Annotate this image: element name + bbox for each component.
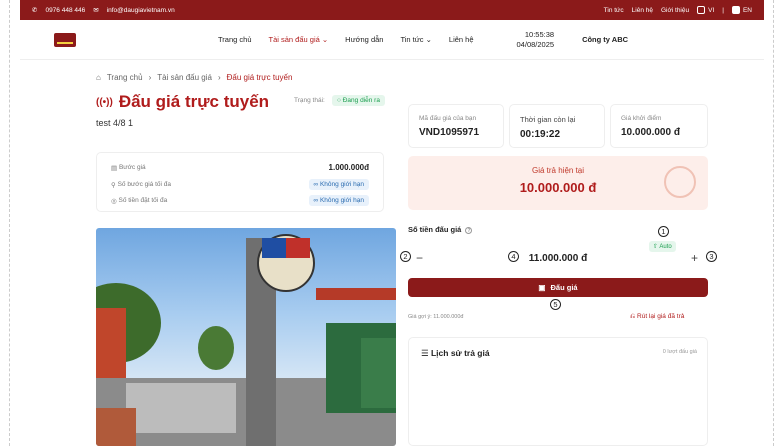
annotation-marker: 2 <box>400 251 411 262</box>
suggested-price: Giá gợi ý: 11.000.000đ <box>408 314 464 320</box>
top-link-about[interactable]: Giới thiệu <box>661 7 689 14</box>
annotation-marker: 1 <box>658 226 669 237</box>
undo-icon: ⎌ <box>630 313 638 320</box>
breadcrumb-home[interactable]: Trang chủ <box>107 73 143 82</box>
time-left-card: Thời gian còn lại 00:19:22 <box>509 104 605 148</box>
nav-assets[interactable]: Tài sản đấu giá ⌄ <box>269 35 329 44</box>
lang-divider: | <box>722 6 724 14</box>
asset-photo[interactable] <box>96 228 396 446</box>
start-price: 10.000.000 đ <box>621 127 680 138</box>
current-price-label: Giá trả hiện tại <box>531 166 585 175</box>
chevron-right-icon: › <box>217 73 221 82</box>
clock-time: 10:55:38 <box>524 29 555 39</box>
checkbox-icon <box>697 6 706 14</box>
info-icon: ⚲ <box>111 181 118 189</box>
detail-value: 1.000.000đ <box>328 163 369 172</box>
mail-icon: ✉ <box>93 7 99 14</box>
time-left: 00:19:22 <box>520 129 561 140</box>
bid-stepper: − 11.000.000 đ + <box>408 250 708 266</box>
logo[interactable] <box>54 32 76 47</box>
top-bar: ✆ 0976 448 446 ✉ info@daugiavietnam.vn T… <box>20 0 764 20</box>
top-link-news[interactable]: Tin tức <box>604 7 624 14</box>
checkbox-icon <box>731 6 740 14</box>
auction-details-card: ▤ Bước giá 1.000.000đ ⚲ Số bước giá tối … <box>96 152 384 212</box>
company-name[interactable]: Công ty ABC <box>582 35 628 44</box>
detail-row: ▤ Bước giá 1.000.000đ <box>111 163 369 172</box>
nav-news[interactable]: Tin tức ⌄ <box>400 35 431 44</box>
page: ✆ 0976 448 446 ✉ info@daugiavietnam.vn T… <box>20 0 764 446</box>
current-price-card: Giá trả hiện tại 10.000.000 đ <box>408 156 708 210</box>
current-price: 10.000.000 đ <box>519 180 597 195</box>
bid-history-count: 0 lượt đấu giá <box>662 349 697 355</box>
lang-vi[interactable]: VI <box>697 6 714 14</box>
detail-row: ◎ Số tiền đặt tối đa ∞ Không giới hạn <box>111 195 369 206</box>
price-tag-icon <box>664 166 696 198</box>
gavel-icon: ▣ <box>538 283 546 292</box>
breadcrumb-assets[interactable]: Tài sản đấu giá <box>157 73 212 82</box>
main-nav: Trang chủ Tài sản đấu giá ⌄ Hướng dẫn Ti… <box>20 20 764 60</box>
home-icon: ⌂ <box>96 73 101 82</box>
detail-badge: ∞ Không giới hạn <box>308 195 369 206</box>
page-border-left <box>9 0 10 446</box>
email[interactable]: info@daugiavietnam.vn <box>107 7 175 14</box>
step-icon: ▤ <box>111 164 119 172</box>
page-border-right <box>773 0 774 446</box>
annotation-marker: 5 <box>550 299 561 310</box>
auction-name: test 4/8 1 <box>96 118 134 128</box>
help-icon[interactable]: ? <box>465 227 473 234</box>
status-badge: ○ Đang diễn ra <box>332 95 385 106</box>
asset-photo-illustration <box>96 234 396 446</box>
withdraw-bid-link[interactable]: ⎌ Rút lại giá đã trả <box>630 313 684 321</box>
auction-code: VND1095971 <box>419 127 480 138</box>
bid-amount-label: Số tiền đấu giá ? <box>408 225 473 234</box>
chevron-right-icon: › <box>148 73 152 82</box>
bid-history-panel: ☰ Lịch sử trả giá 0 lượt đấu giá <box>408 337 708 446</box>
phone-number[interactable]: 0976 448 446 <box>45 7 85 14</box>
list-icon: ☰ <box>421 348 431 358</box>
status-label: Trạng thái: <box>294 97 325 104</box>
top-link-contact[interactable]: Liên hệ <box>632 7 653 14</box>
detail-row: ⚲ Số bước giá tối đa ∞ Không giới hạn <box>111 179 369 190</box>
lang-en[interactable]: EN <box>731 6 752 14</box>
breadcrumb-current: Đấu giá trực tuyến <box>226 73 293 82</box>
page-title: Đấu giá trực tuyến <box>118 92 270 111</box>
live-broadcast-icon: ((•)) <box>96 96 113 108</box>
bid-amount-input[interactable]: 11.000.000 đ <box>408 253 708 264</box>
nav-contact[interactable]: Liên hệ <box>449 35 474 44</box>
increase-bid-button[interactable]: + <box>691 251 698 265</box>
bid-history-title: ☰ Lịch sử trả giá <box>421 348 490 358</box>
auction-code-card: Mã đấu giá của bạn VND1095971 <box>408 104 504 148</box>
place-bid-button[interactable]: ▣ Đấu giá <box>408 278 708 297</box>
annotation-marker: 4 <box>508 251 519 262</box>
clock: 10:55:38 04/08/2025 <box>517 30 555 50</box>
coin-icon: ◎ <box>111 197 119 205</box>
nav-home[interactable]: Trang chủ <box>218 35 252 44</box>
detail-badge: ∞ Không giới hạn <box>308 179 369 190</box>
breadcrumb: ⌂ Trang chủ › Tài sản đấu giá › Đấu giá … <box>96 73 292 82</box>
phone-icon: ✆ <box>32 7 38 14</box>
start-price-card: Giá khởi điểm 10.000.000 đ <box>610 104 708 148</box>
annotation-marker: 3 <box>706 251 717 262</box>
clock-date: 04/08/2025 <box>516 39 555 49</box>
nav-guide[interactable]: Hướng dẫn <box>345 35 383 44</box>
